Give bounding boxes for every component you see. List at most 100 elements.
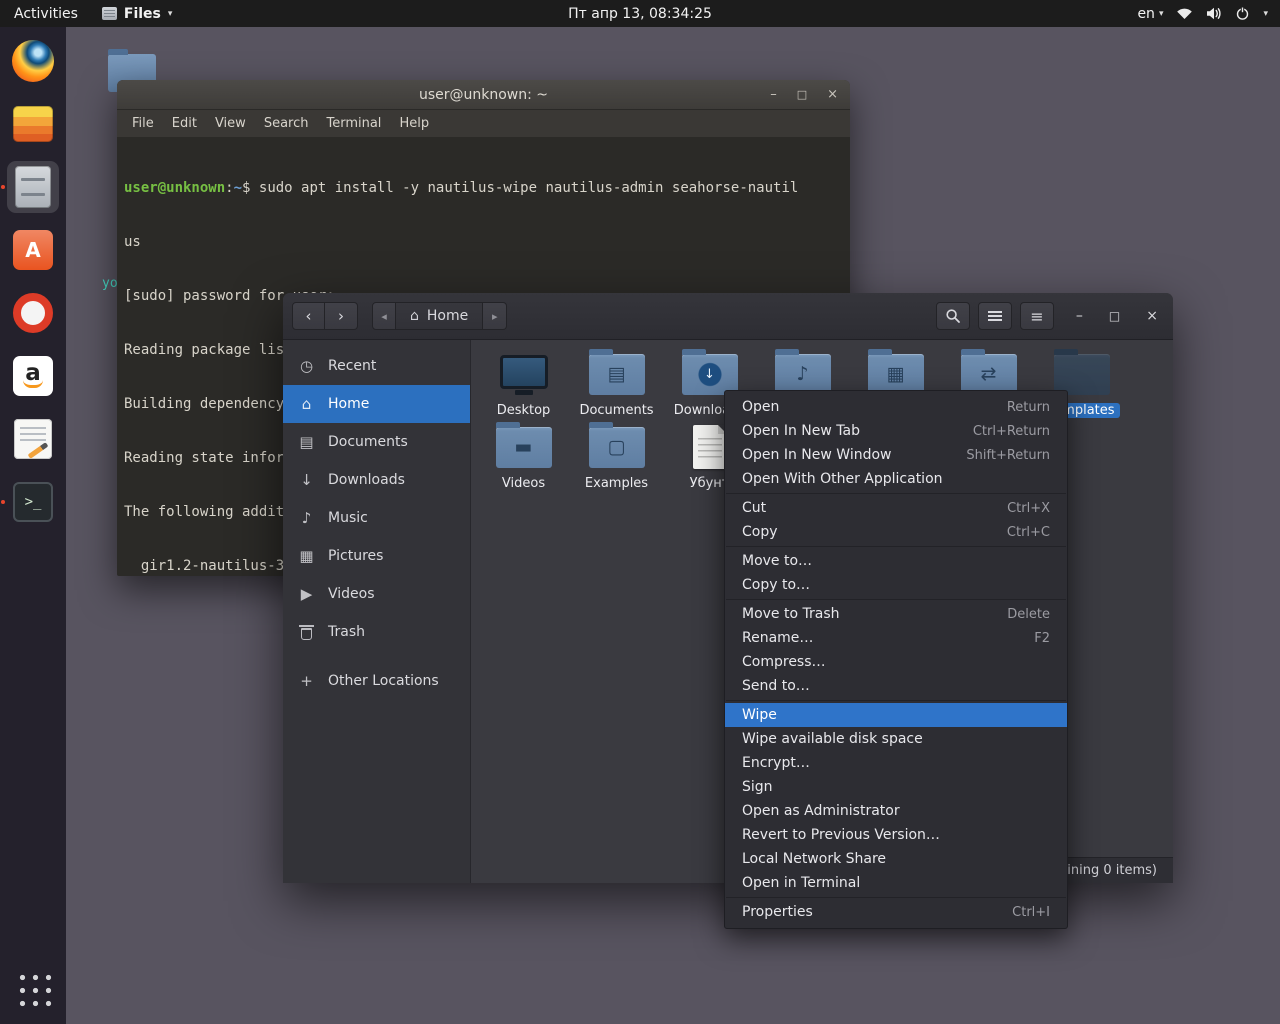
sidebar-item-documents[interactable]: ▤ Documents: [283, 423, 470, 461]
menu-item-rename[interactable]: Rename…F2: [725, 626, 1067, 650]
terminal-maximize-icon[interactable]: □: [797, 88, 807, 101]
dock-text-editor-icon[interactable]: [7, 413, 59, 465]
menu-item-copy[interactable]: CopyCtrl+C: [725, 520, 1067, 544]
home-icon: ⌂: [298, 395, 315, 413]
amazon-icon: a: [13, 356, 53, 396]
grid-item-examples[interactable]: ▢ Examples: [570, 423, 663, 496]
downloads-icon: ↓: [298, 471, 315, 489]
sidebar-label: Music: [328, 510, 368, 526]
activities-button[interactable]: Activities: [0, 0, 92, 27]
app-menu-label: Files: [124, 6, 161, 22]
menu-item-move-to[interactable]: Move to…: [725, 549, 1067, 573]
dock-amazon-icon[interactable]: a: [7, 350, 59, 402]
menu-item-sign[interactable]: Sign: [725, 775, 1067, 799]
sidebar-item-trash[interactable]: Trash: [283, 613, 470, 651]
menu-item-wipe[interactable]: Wipe: [725, 703, 1067, 727]
trash-icon: [298, 625, 315, 640]
sidebar-item-pictures[interactable]: ▦ Pictures: [283, 537, 470, 575]
menu-item-revert-to-previous-version[interactable]: Revert to Previous Version…: [725, 823, 1067, 847]
folder-icon: ▤: [589, 354, 645, 395]
menu-item-copy-to[interactable]: Copy to…: [725, 573, 1067, 597]
folder-icon: ↓: [682, 354, 738, 395]
dock-ubuntu-software-icon[interactable]: A: [7, 224, 59, 276]
search-icon: [945, 308, 961, 324]
public-emblem-icon: ⇄: [961, 354, 1017, 395]
sidebar-item-other-locations[interactable]: + Other Locations: [283, 662, 470, 700]
terminal-window-title: user@unknown: ~: [419, 87, 548, 103]
plus-icon: +: [298, 672, 315, 690]
forward-icon: ›: [338, 307, 344, 325]
menu-separator: [726, 700, 1066, 701]
menu-item-open-in-terminal[interactable]: Open in Terminal: [725, 871, 1067, 895]
menu-item-properties[interactable]: PropertiesCtrl+I: [725, 900, 1067, 924]
terminal-menu-file[interactable]: File: [123, 116, 163, 131]
menu-item-open-with-other-application[interactable]: Open With Other Application: [725, 467, 1067, 491]
menu-item-open[interactable]: OpenReturn: [725, 395, 1067, 419]
grid-item-desktop[interactable]: Desktop: [477, 350, 570, 423]
keyboard-layout-button[interactable]: en ▾: [1137, 6, 1163, 22]
running-indicator: [1, 185, 5, 189]
chevron-down-icon: ▾: [1159, 9, 1164, 19]
files-minimize-icon[interactable]: –: [1076, 308, 1083, 324]
chevron-down-icon[interactable]: ▾: [1263, 9, 1268, 19]
terminal-menu-search[interactable]: Search: [255, 116, 318, 131]
menu-item-cut[interactable]: CutCtrl+X: [725, 496, 1067, 520]
dock: A a >_: [0, 27, 66, 1024]
forward-button[interactable]: ›: [325, 302, 358, 330]
menu-item-open-in-new-tab[interactable]: Open In New TabCtrl+Return: [725, 419, 1067, 443]
grid-item-documents[interactable]: ▤ Documents: [570, 350, 663, 423]
terminal-menu-help[interactable]: Help: [390, 116, 438, 131]
menu-item-encrypt[interactable]: Encrypt…: [725, 751, 1067, 775]
dock-software-stack-icon[interactable]: [7, 98, 59, 150]
text-editor-icon: [14, 419, 52, 459]
dock-terminal-icon[interactable]: >_: [7, 476, 59, 528]
menu-item-open-as-administrator[interactable]: Open as Administrator: [725, 799, 1067, 823]
app-menu-button[interactable]: Files ▾: [92, 0, 183, 27]
search-button[interactable]: [936, 302, 970, 330]
menu-separator: [726, 493, 1066, 494]
power-icon[interactable]: [1235, 6, 1250, 21]
file-label: Examples: [585, 476, 648, 491]
sidebar-label: Videos: [328, 586, 375, 602]
back-button[interactable]: ‹: [292, 302, 325, 330]
menu-item-send-to[interactable]: Send to…: [725, 674, 1067, 698]
sidebar-label: Home: [328, 396, 369, 412]
dock-firefox-icon[interactable]: [7, 35, 59, 87]
sidebar-item-home[interactable]: ⌂ Home: [283, 385, 470, 423]
software-stack-icon: [13, 106, 53, 142]
path-scroll-forward-button[interactable]: ▸: [483, 302, 507, 330]
folder-icon: ⇄: [961, 354, 1017, 395]
dock-help-icon[interactable]: [7, 287, 59, 339]
terminal-minimize-icon[interactable]: –: [770, 87, 777, 102]
folder-icon: ♪: [775, 354, 831, 395]
sidebar-item-downloads[interactable]: ↓ Downloads: [283, 461, 470, 499]
menu-item-move-to-trash[interactable]: Move to TrashDelete: [725, 602, 1067, 626]
menu-item-open-in-new-window[interactable]: Open In New WindowShift+Return: [725, 443, 1067, 467]
menu-item-compress[interactable]: Compress…: [725, 650, 1067, 674]
window-menu-button[interactable]: ≡: [1020, 302, 1054, 330]
terminal-close-icon[interactable]: ×: [827, 87, 838, 102]
volume-icon[interactable]: [1206, 7, 1222, 20]
dock-show-applications-icon[interactable]: [7, 962, 59, 1014]
sidebar-item-videos[interactable]: ▶ Videos: [283, 575, 470, 613]
terminal-menu-view[interactable]: View: [206, 116, 255, 131]
wifi-icon[interactable]: [1176, 7, 1193, 20]
path-scroll-back-button[interactable]: ◂: [372, 302, 396, 330]
sidebar-item-recent[interactable]: ◷ Recent: [283, 347, 470, 385]
menu-item-local-network-share[interactable]: Local Network Share: [725, 847, 1067, 871]
terminal-menu-edit[interactable]: Edit: [163, 116, 206, 131]
terminal-titlebar[interactable]: user@unknown: ~ – □ ×: [117, 80, 850, 110]
grid-item-videos[interactable]: ▬ Videos: [477, 423, 570, 496]
document-icon: [693, 425, 727, 469]
files-maximize-icon[interactable]: □: [1109, 309, 1120, 323]
path-home-button[interactable]: ⌂ Home: [396, 302, 483, 330]
dock-files-icon[interactable]: [7, 161, 59, 213]
terminal-menu-terminal[interactable]: Terminal: [317, 116, 390, 131]
menu-item-wipe-available-disk-space[interactable]: Wipe available disk space: [725, 727, 1067, 751]
view-toggle-button[interactable]: [978, 302, 1012, 330]
files-close-icon[interactable]: ×: [1146, 308, 1158, 324]
terminal-prompt-line: user@unknown:~$ sudo apt install -y naut…: [124, 179, 843, 197]
clock[interactable]: Пт апр 13, 08:34:25: [568, 0, 712, 27]
sidebar-item-music[interactable]: ♪ Music: [283, 499, 470, 537]
files-headerbar[interactable]: ‹ › ◂ ⌂ Home ▸ ≡ – □: [283, 293, 1173, 340]
